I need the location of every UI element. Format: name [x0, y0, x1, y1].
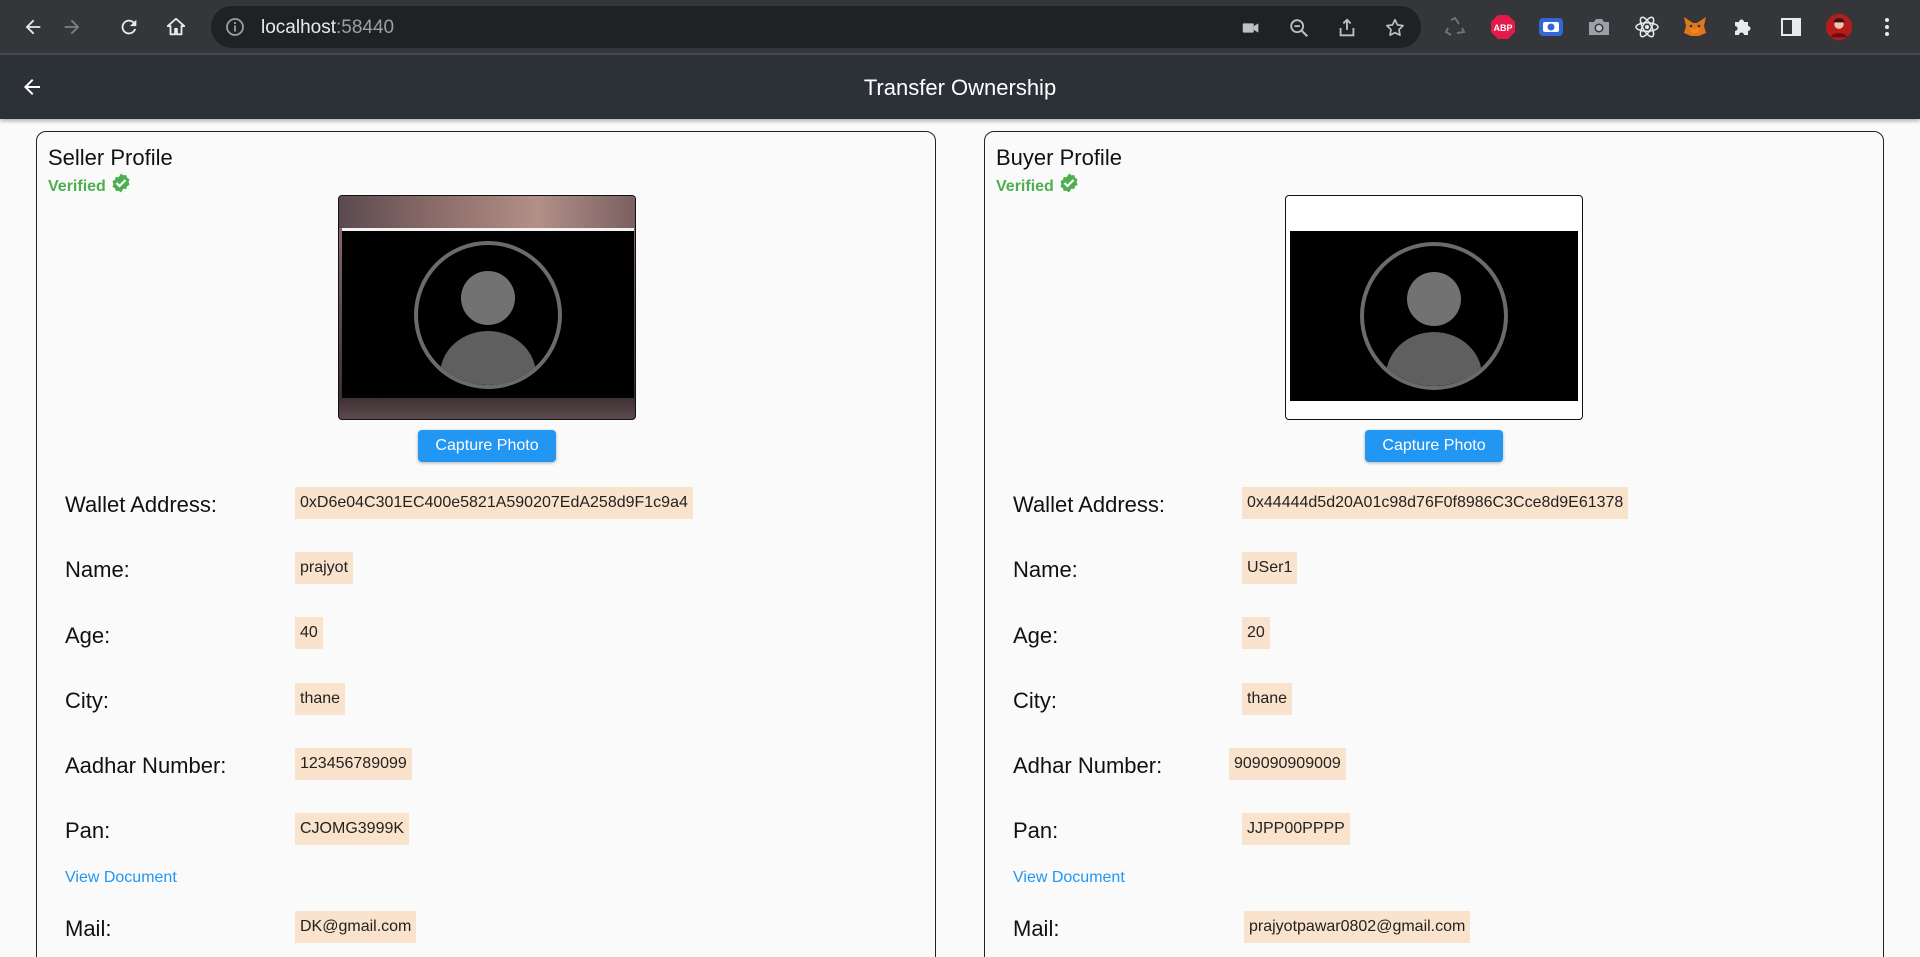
- buyer-profile-title: Buyer Profile: [996, 145, 1122, 170]
- puzzle-icon[interactable]: [1729, 13, 1757, 41]
- home-icon[interactable]: [161, 12, 191, 42]
- pan-label: Pan:: [1013, 818, 1059, 843]
- seller-camera-preview: [338, 195, 636, 420]
- adhar-number-label: Adhar Number:: [1013, 753, 1163, 778]
- aadhar-number-value: 123456789099: [295, 748, 412, 780]
- recycle-icon[interactable]: [1441, 13, 1469, 41]
- back-icon[interactable]: [18, 12, 48, 42]
- name-value: prajyot: [295, 552, 354, 584]
- aadhar-number-label: Aadhar Number:: [65, 753, 227, 778]
- mail-value: DK@gmail.com: [295, 911, 417, 943]
- reload-icon[interactable]: [114, 12, 144, 42]
- video-feed: [342, 231, 634, 398]
- screenshot-icon[interactable]: [1585, 13, 1613, 41]
- share-icon[interactable]: [1335, 16, 1359, 40]
- video-feed: [1290, 231, 1578, 401]
- mail-value: prajyotpawar0802@gmail.com: [1244, 911, 1471, 943]
- pan-value: JJPP00PPPP: [1242, 813, 1350, 845]
- buyer-view-document-link[interactable]: View Document: [1013, 869, 1125, 887]
- wallet-address-value: 0xD6e04C301EC400e5821A590207EdA258d9F1c9…: [295, 487, 693, 519]
- buyer-verified-status: Verified: [996, 172, 1081, 201]
- verified-label: Verified: [996, 177, 1054, 195]
- adblock-icon[interactable]: ABP: [1489, 13, 1517, 41]
- pan-value: CJOMG3999K: [295, 813, 410, 845]
- city-label: City:: [1013, 688, 1057, 713]
- age-label: Age:: [1013, 623, 1059, 648]
- react-icon[interactable]: [1633, 13, 1661, 41]
- forward-icon[interactable]: [57, 12, 87, 42]
- adhar-number-value: 909090909009: [1229, 748, 1346, 780]
- screen-record-icon[interactable]: [1537, 13, 1565, 41]
- url-port: :58440: [336, 17, 395, 38]
- url-host: localhost: [261, 17, 336, 38]
- mail-label: Mail:: [65, 916, 112, 941]
- seller-view-document-link[interactable]: View Document: [65, 869, 177, 887]
- menu-icon[interactable]: [1873, 13, 1901, 41]
- age-label: Age:: [65, 623, 111, 648]
- wallet-address-value: 0x44444d5d20A01c98d76F0f8986C3Cce8d9E613…: [1242, 487, 1629, 519]
- seller-verified-status: Verified: [48, 172, 133, 201]
- buyer-profile-card: Buyer Profile Verified Capture Photo Wal…: [984, 131, 1884, 957]
- verified-label: Verified: [48, 177, 106, 195]
- pan-label: Pan:: [65, 818, 111, 843]
- page-title: Transfer Ownership: [863, 75, 1057, 100]
- seller-capture-photo-button[interactable]: Capture Photo: [418, 430, 556, 462]
- avatar-placeholder-icon: [1360, 242, 1508, 390]
- camera-icon[interactable]: [1239, 16, 1263, 40]
- seller-profile-card: Seller Profile Verified Capture Photo Wa…: [36, 131, 936, 957]
- profile-avatar[interactable]: [1825, 13, 1853, 41]
- city-value: thane: [295, 683, 346, 715]
- verified-badge-icon: [109, 172, 133, 201]
- age-value: 40: [295, 617, 323, 649]
- star-icon[interactable]: [1383, 16, 1407, 40]
- seller-profile-title: Seller Profile: [48, 145, 173, 170]
- svg-text:ABP: ABP: [1493, 23, 1512, 33]
- camera-feed-strip: [339, 196, 635, 228]
- name-value: USer1: [1242, 552, 1298, 584]
- browser-toolbar: localhost:58440 ABP: [0, 0, 1920, 54]
- city-value: thane: [1242, 683, 1293, 715]
- url-text[interactable]: localhost:58440: [261, 17, 394, 39]
- address-bar[interactable]: localhost:58440: [211, 6, 1421, 48]
- buyer-capture-photo-button[interactable]: Capture Photo: [1365, 430, 1503, 462]
- zoom-out-icon[interactable]: [1287, 16, 1311, 40]
- verified-badge-icon: [1057, 172, 1081, 201]
- name-label: Name:: [1013, 557, 1078, 582]
- side-panel-icon[interactable]: [1777, 13, 1805, 41]
- avatar-placeholder-icon: [414, 240, 562, 389]
- age-value: 20: [1242, 617, 1270, 649]
- metamask-icon[interactable]: [1681, 13, 1709, 41]
- buyer-camera-preview: [1285, 195, 1583, 420]
- wallet-address-label: Wallet Address:: [1013, 492, 1166, 517]
- name-label: Name:: [65, 557, 130, 582]
- info-icon[interactable]: [225, 17, 245, 37]
- mail-label: Mail:: [1013, 916, 1060, 941]
- app-bar: Transfer Ownership: [0, 55, 1920, 119]
- city-label: City:: [65, 688, 109, 713]
- wallet-address-label: Wallet Address:: [65, 492, 218, 517]
